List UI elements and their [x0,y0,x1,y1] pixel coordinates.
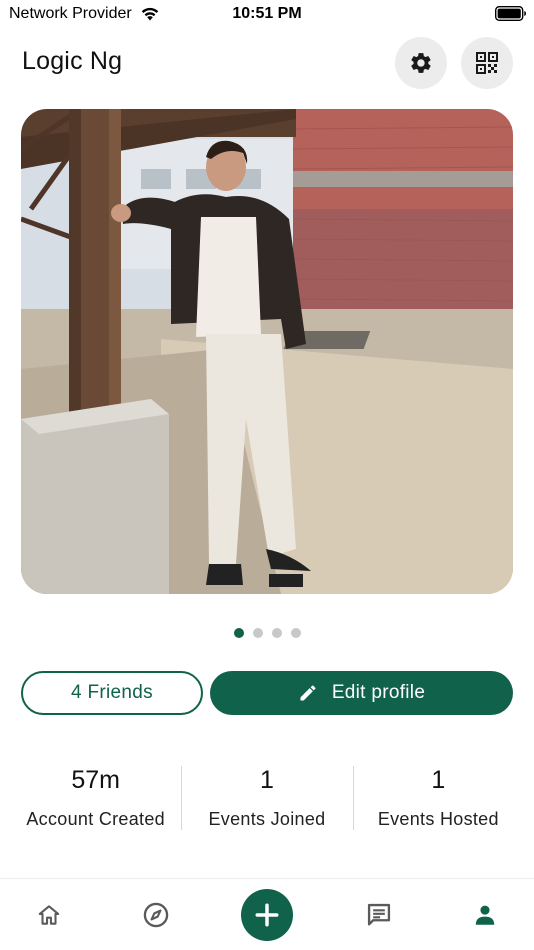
tab-profile[interactable] [471,901,499,929]
home-icon [38,905,60,925]
battery-icon [495,6,526,21]
page-dot[interactable] [290,628,301,638]
plus-icon [255,903,279,927]
clock: 10:51 PM [232,5,302,22]
stat-label: Account Created [26,809,165,829]
settings-button[interactable] [395,37,447,89]
stat-events-joined[interactable]: 1 Events Joined [181,760,352,835]
person-icon [475,905,495,925]
qr-code-button[interactable] [461,37,513,89]
compass-icon [143,902,169,928]
tab-create-event[interactable] [241,889,293,941]
friends-button[interactable]: 4 Friends [21,671,203,715]
tab-messages[interactable] [365,901,393,929]
page-dot[interactable] [271,628,282,638]
page-title: Logic Ng [22,47,123,75]
photo-page-indicator[interactable] [0,628,534,638]
profile-stats: 57m Account Created 1 Events Joined 1 Ev… [10,760,524,835]
stat-events-hosted[interactable]: 1 Events Hosted [352,760,524,835]
qr-code-icon [476,52,498,74]
stat-label: Events Hosted [377,809,499,829]
stat-account-created: 57m Account Created [10,760,181,835]
edit-profile-button[interactable]: Edit profile [210,671,513,715]
stat-value: 1 [260,766,274,794]
status-bar: Network Provider 10:51 PM [0,0,534,30]
edit-profile-label: Edit profile [331,682,426,703]
stat-value: 57m [71,766,120,794]
tab-home[interactable] [35,901,63,929]
gear-icon [411,53,431,73]
friends-button-label: 4 Friends [71,682,153,703]
chat-icon [367,903,391,926]
page-dot[interactable] [252,628,263,638]
tab-explore[interactable] [142,901,170,929]
profile-photo[interactable] [21,109,513,594]
stat-label: Events Joined [208,809,326,829]
page-dot-active[interactable] [233,628,244,638]
pencil-icon [300,685,316,701]
tab-bar [0,878,534,950]
profile-photo-image [21,109,513,594]
stat-value: 1 [431,766,446,794]
